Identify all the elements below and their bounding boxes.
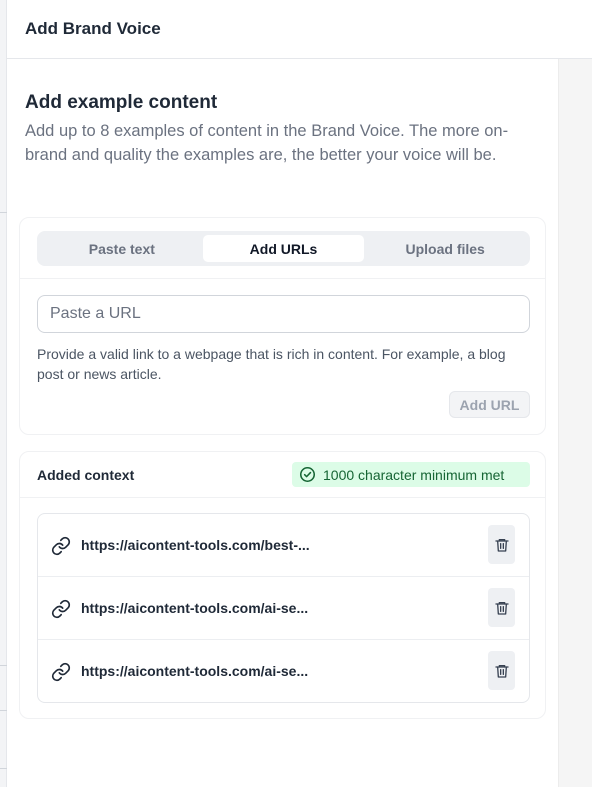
- list-item: https://aicontent-tools.com/ai-se...: [38, 577, 529, 640]
- dialog-title: Add Brand Voice: [25, 19, 161, 38]
- list-item: https://aicontent-tools.com/best-...: [38, 514, 529, 577]
- dialog-header: Add Brand Voice: [7, 0, 592, 59]
- added-context-card: Added context 1000 character minimum met…: [19, 451, 546, 719]
- delete-url-button[interactable]: [488, 588, 515, 627]
- tab-paste-text[interactable]: Paste text: [41, 235, 203, 262]
- tab-upload-files[interactable]: Upload files: [364, 235, 526, 262]
- link-icon: [51, 599, 71, 619]
- link-icon: [51, 536, 71, 556]
- link-icon: [51, 662, 71, 682]
- section-title: Add example content: [25, 92, 218, 113]
- brand-voice-dialog: Add Brand Voice Add example content Add …: [0, 0, 592, 787]
- section-description: Add up to 8 examples of content in the B…: [25, 122, 509, 164]
- trash-icon: [494, 601, 509, 615]
- url-input[interactable]: [37, 295, 530, 333]
- divider: [20, 497, 545, 498]
- delete-url-button[interactable]: [488, 525, 515, 564]
- delete-url-button[interactable]: [488, 651, 515, 690]
- added-context-title: Added context: [37, 467, 135, 483]
- add-url-button[interactable]: Add URL: [449, 391, 530, 418]
- url-hint-text: Provide a valid link to a webpage that i…: [37, 346, 506, 382]
- added-url-list: https://aicontent-tools.com/best-... htt…: [37, 513, 530, 703]
- side-panel-gutter: [558, 59, 592, 787]
- url-link[interactable]: https://aicontent-tools.com/ai-se...: [81, 600, 308, 616]
- status-badge: 1000 character minimum met: [292, 462, 530, 487]
- url-link[interactable]: https://aicontent-tools.com/best-...: [81, 537, 310, 553]
- background-window-edge: [0, 0, 7, 787]
- divider: [20, 278, 545, 279]
- list-item: https://aicontent-tools.com/ai-se...: [38, 640, 529, 702]
- status-text: 1000 character minimum met: [323, 466, 505, 483]
- dialog-body: Add example content Add up to 8 examples…: [7, 59, 558, 787]
- add-content-card: Paste text Add URLs Upload files Provide…: [19, 217, 546, 435]
- trash-icon: [494, 538, 509, 552]
- url-link[interactable]: https://aicontent-tools.com/ai-se...: [81, 663, 308, 679]
- trash-icon: [494, 664, 509, 678]
- tab-add-urls[interactable]: Add URLs: [202, 235, 365, 262]
- source-tabs: Paste text Add URLs Upload files: [37, 231, 530, 266]
- check-circle-icon: [299, 466, 316, 483]
